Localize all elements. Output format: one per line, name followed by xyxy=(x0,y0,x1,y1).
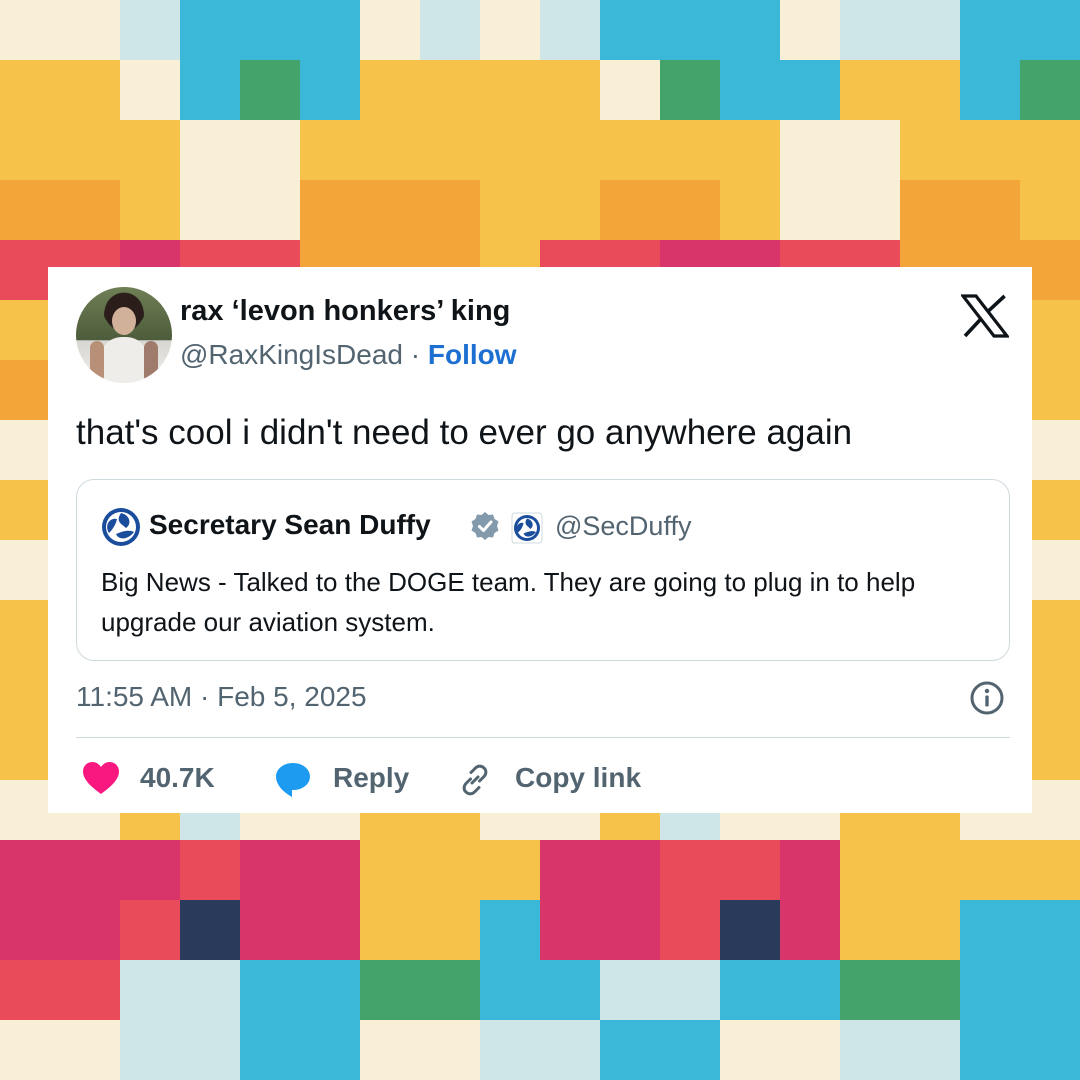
heart-icon xyxy=(83,762,119,794)
author-display-name[interactable]: rax ‘levon honkers’ king xyxy=(180,295,510,328)
author-handle-line: @RaxKingIsDead · Follow xyxy=(180,339,517,371)
author-handle[interactable]: @RaxKingIsDead xyxy=(180,339,403,370)
x-logo-icon[interactable] xyxy=(961,294,1009,338)
tweet-timestamp[interactable]: 11:55 AM · Feb 5, 2025 xyxy=(76,681,367,713)
dot-seal-icon xyxy=(102,508,140,546)
handle-separator: · xyxy=(402,339,428,370)
copy-link-button[interactable]: Copy link xyxy=(456,757,676,801)
like-count: 40.7K xyxy=(140,762,215,793)
copy-link-label: Copy link xyxy=(515,762,642,793)
tweet-text: that's cool i didn't need to ever go any… xyxy=(76,413,853,452)
tweet-card: rax ‘levon honkers’ king @RaxKingIsDead … xyxy=(48,267,1032,813)
speech-bubble-icon xyxy=(276,763,310,797)
divider xyxy=(76,737,1010,738)
info-icon[interactable] xyxy=(969,680,1005,716)
quoted-author-handle: @SecDuffy xyxy=(555,511,692,541)
reply-button[interactable]: Reply xyxy=(274,757,454,801)
follow-button[interactable]: Follow xyxy=(428,339,517,370)
like-button[interactable]: 40.7K xyxy=(82,757,262,801)
avatar[interactable] xyxy=(76,287,172,383)
quoted-author-name: Secretary Sean Duffy xyxy=(149,509,431,540)
reply-label: Reply xyxy=(333,762,410,793)
org-affiliation-icon xyxy=(511,512,543,544)
quoted-tweet-text: Big News - Talked to the DOGE team. They… xyxy=(101,567,916,637)
link-icon xyxy=(462,764,488,796)
quoted-tweet[interactable]: Secretary Sean Duffy @SecDuffy Big News … xyxy=(76,479,1010,661)
verified-badge-icon xyxy=(471,512,499,540)
